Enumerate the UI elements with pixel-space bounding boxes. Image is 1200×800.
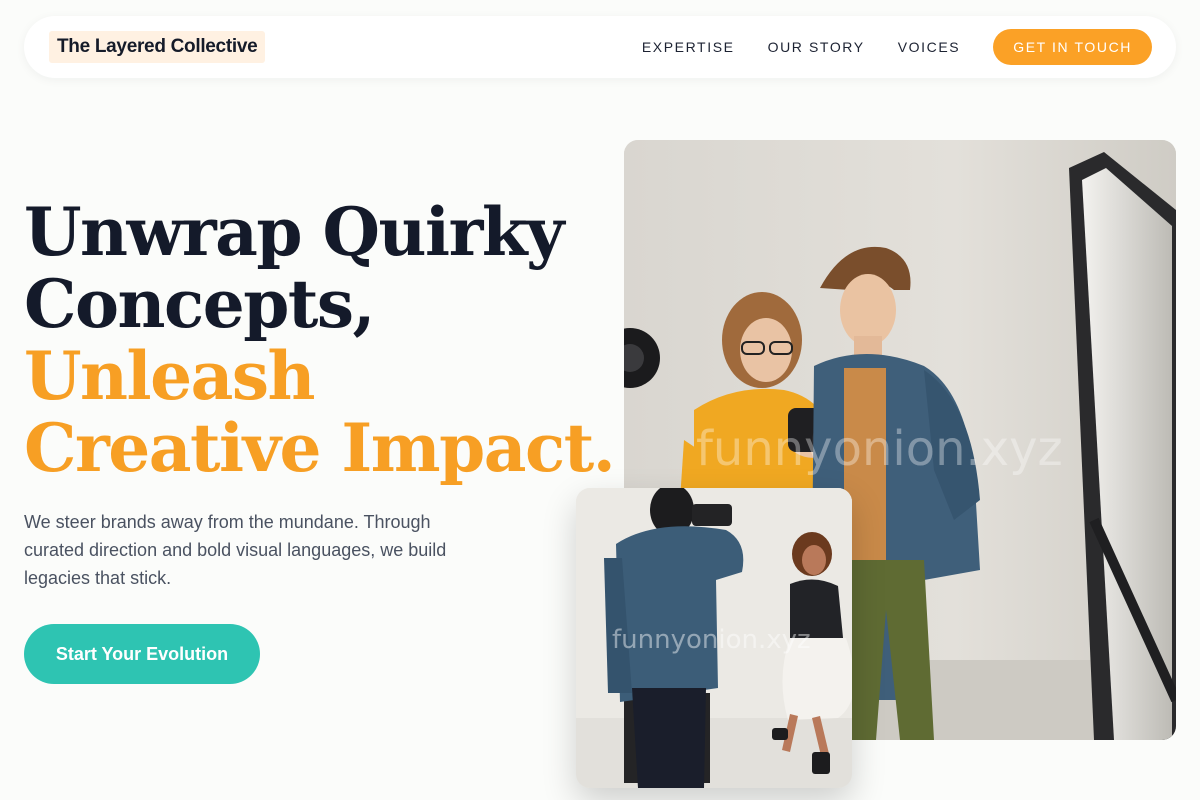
get-in-touch-button[interactable]: GET IN TOUCH	[993, 29, 1152, 65]
hero-subtext: We steer brands away from the mundane. T…	[24, 512, 447, 588]
hero-photo-secondary: funnyonion.xyz	[576, 488, 852, 788]
headline-line-4: Creative Impact.	[24, 409, 616, 487]
nav-link-expertise[interactable]: EXPERTISE	[642, 29, 735, 65]
nav-link-our-story[interactable]: OUR STORY	[768, 29, 865, 65]
nav-link-voices[interactable]: VOICES	[898, 29, 961, 65]
main-photo-watermark: funnyonion.xyz	[696, 421, 1063, 477]
site-header: The Layered Collective EXPERTISE OUR STO…	[24, 16, 1176, 78]
headline-line-2: Concepts,	[24, 265, 375, 343]
hero-headline: Unwrap Quirky Concepts, Unleash Creative…	[24, 193, 616, 487]
headline-line-1: Unwrap Quirky	[24, 193, 564, 271]
brand-logo[interactable]: The Layered Collective	[49, 31, 266, 63]
small-photo-watermark: funnyonion.xyz	[612, 625, 811, 655]
photoshoot-illustration: funnyonion.xyz	[576, 488, 852, 788]
start-evolution-button[interactable]: Start Your Evolution	[24, 624, 260, 684]
main-nav: EXPERTISE OUR STORY VOICES GET IN TOUCH	[642, 29, 1152, 65]
headline-line-3: Unleash	[24, 337, 316, 415]
